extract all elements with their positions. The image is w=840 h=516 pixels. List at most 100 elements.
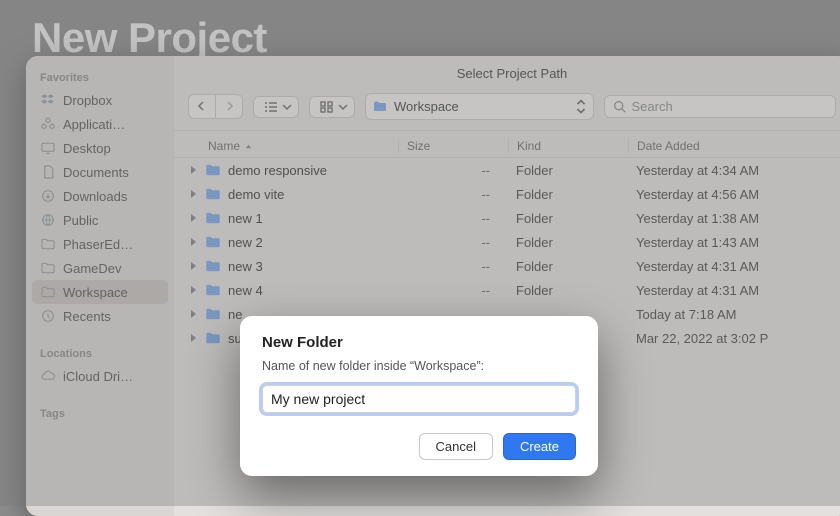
file-kind: Folder xyxy=(508,283,628,298)
new-folder-name-input[interactable] xyxy=(262,385,576,413)
sidebar-item-desktop[interactable]: Desktop xyxy=(32,136,168,160)
sidebar-item-phasered-[interactable]: PhaserEd… xyxy=(32,232,168,256)
file-date: Yesterday at 4:31 AM xyxy=(628,283,836,298)
file-size: -- xyxy=(398,211,508,226)
path-popup[interactable]: Workspace xyxy=(365,93,594,120)
sidebar-item-gamedev[interactable]: GameDev xyxy=(32,256,168,280)
sidebar-item-dropbox[interactable]: Dropbox xyxy=(32,88,168,112)
file-name: new 4 xyxy=(228,283,263,298)
file-date: Today at 7:18 AM xyxy=(628,307,836,322)
file-date: Yesterday at 4:56 AM xyxy=(628,187,836,202)
column-date[interactable]: Date Added xyxy=(628,139,836,153)
path-label: Workspace xyxy=(394,99,459,114)
sidebar-item-applicati-[interactable]: Applicati… xyxy=(32,112,168,136)
group-button[interactable] xyxy=(310,97,354,117)
sidebar-item-label: GameDev xyxy=(63,261,122,276)
disclosure-triangle-icon[interactable] xyxy=(188,261,198,271)
chevron-right-icon xyxy=(224,101,234,111)
file-date: Yesterday at 1:38 AM xyxy=(628,211,836,226)
sheet-title: Select Project Path xyxy=(174,56,840,87)
folder-icon xyxy=(204,281,222,299)
sidebar-item-downloads[interactable]: Downloads xyxy=(32,184,168,208)
sidebar-item-label: Applicati… xyxy=(63,117,125,132)
file-date: Yesterday at 1:43 AM xyxy=(628,235,836,250)
file-date: Mar 22, 2022 at 3:02 P xyxy=(628,331,836,346)
file-size: -- xyxy=(398,259,508,274)
dropbox-icon xyxy=(40,92,56,108)
search-field[interactable]: Search xyxy=(604,95,837,118)
table-row[interactable]: demo responsive--FolderYesterday at 4:34… xyxy=(174,158,840,182)
folder-icon xyxy=(40,284,56,300)
column-size[interactable]: Size xyxy=(398,139,508,153)
file-name: new 3 xyxy=(228,259,263,274)
file-size: -- xyxy=(398,235,508,250)
disclosure-triangle-icon[interactable] xyxy=(188,213,198,223)
disclosure-triangle-icon[interactable] xyxy=(188,285,198,295)
dialog-title: New Folder xyxy=(262,334,576,351)
disclosure-triangle-icon[interactable] xyxy=(188,309,198,319)
sidebar-item-label: Downloads xyxy=(63,189,127,204)
sidebar-item-label: PhaserEd… xyxy=(63,237,133,252)
sidebar-section-tags: Tags xyxy=(32,402,168,424)
table-row[interactable]: new 4--FolderYesterday at 4:31 AM xyxy=(174,278,840,302)
view-list-button[interactable] xyxy=(254,97,298,117)
search-icon xyxy=(613,100,626,113)
disclosure-triangle-icon[interactable] xyxy=(188,189,198,199)
file-kind: Folder xyxy=(508,259,628,274)
sidebar-item-label: Dropbox xyxy=(63,93,112,108)
folder-icon xyxy=(40,236,56,252)
disclosure-triangle-icon[interactable] xyxy=(188,165,198,175)
chevron-down-icon xyxy=(338,102,348,112)
sidebar-item-label: Public xyxy=(63,213,98,228)
folder-icon xyxy=(204,305,222,323)
file-kind: Folder xyxy=(508,187,628,202)
create-button[interactable]: Create xyxy=(503,433,576,460)
sidebar-item-label: Documents xyxy=(63,165,129,180)
public-icon xyxy=(40,212,56,228)
sidebar-item-label: Desktop xyxy=(63,141,111,156)
downloads-icon xyxy=(40,188,56,204)
grid-icon xyxy=(320,101,334,113)
folder-icon xyxy=(204,161,222,179)
recents-icon xyxy=(40,308,56,324)
nav-back-forward xyxy=(188,94,243,119)
table-row[interactable]: new 2--FolderYesterday at 1:43 AM xyxy=(174,230,840,254)
table-row[interactable]: new 1--FolderYesterday at 1:38 AM xyxy=(174,206,840,230)
file-date: Yesterday at 4:31 AM xyxy=(628,259,836,274)
toolbar: Workspace Search xyxy=(174,87,840,130)
group-by-popup[interactable] xyxy=(309,96,355,118)
file-kind: Folder xyxy=(508,163,628,178)
up-down-icon xyxy=(575,97,587,116)
column-name[interactable]: Name xyxy=(188,139,398,153)
file-date: Yesterday at 4:34 AM xyxy=(628,163,836,178)
folder-icon xyxy=(372,99,388,115)
table-row[interactable]: new 3 --FolderYesterday at 4:31 AM xyxy=(174,254,840,278)
chevron-down-icon xyxy=(282,102,292,112)
folder-icon xyxy=(204,329,222,347)
sidebar-item-public[interactable]: Public xyxy=(32,208,168,232)
folder-icon xyxy=(204,185,222,203)
view-mode-popup[interactable] xyxy=(253,96,299,118)
column-kind[interactable]: Kind xyxy=(508,139,628,153)
sidebar-item-label: iCloud Dri… xyxy=(63,369,133,384)
dialog-subtitle: Name of new folder inside “Workspace”: xyxy=(262,359,576,373)
column-headers: Name Size Kind Date Added xyxy=(174,130,840,158)
sidebar-item-icloud-dri-[interactable]: iCloud Dri… xyxy=(32,364,168,388)
file-size: -- xyxy=(398,163,508,178)
sidebar-item-documents[interactable]: Documents xyxy=(32,160,168,184)
table-row[interactable]: demo vite--FolderYesterday at 4:56 AM xyxy=(174,182,840,206)
search-placeholder: Search xyxy=(632,99,673,114)
sidebar-item-recents[interactable]: Recents xyxy=(32,304,168,328)
column-name-label: Name xyxy=(208,139,240,153)
nav-forward-button[interactable] xyxy=(216,95,242,118)
disclosure-triangle-icon[interactable] xyxy=(188,333,198,343)
sidebar-item-workspace[interactable]: Workspace xyxy=(32,280,168,304)
folder-icon xyxy=(204,257,222,275)
doc-icon xyxy=(40,164,56,180)
nav-back-button[interactable] xyxy=(189,95,215,118)
disclosure-triangle-icon[interactable] xyxy=(188,237,198,247)
sidebar-item-label: Recents xyxy=(63,309,111,324)
cancel-button[interactable]: Cancel xyxy=(419,433,493,460)
file-name: ne xyxy=(228,307,242,322)
file-size: -- xyxy=(398,187,508,202)
